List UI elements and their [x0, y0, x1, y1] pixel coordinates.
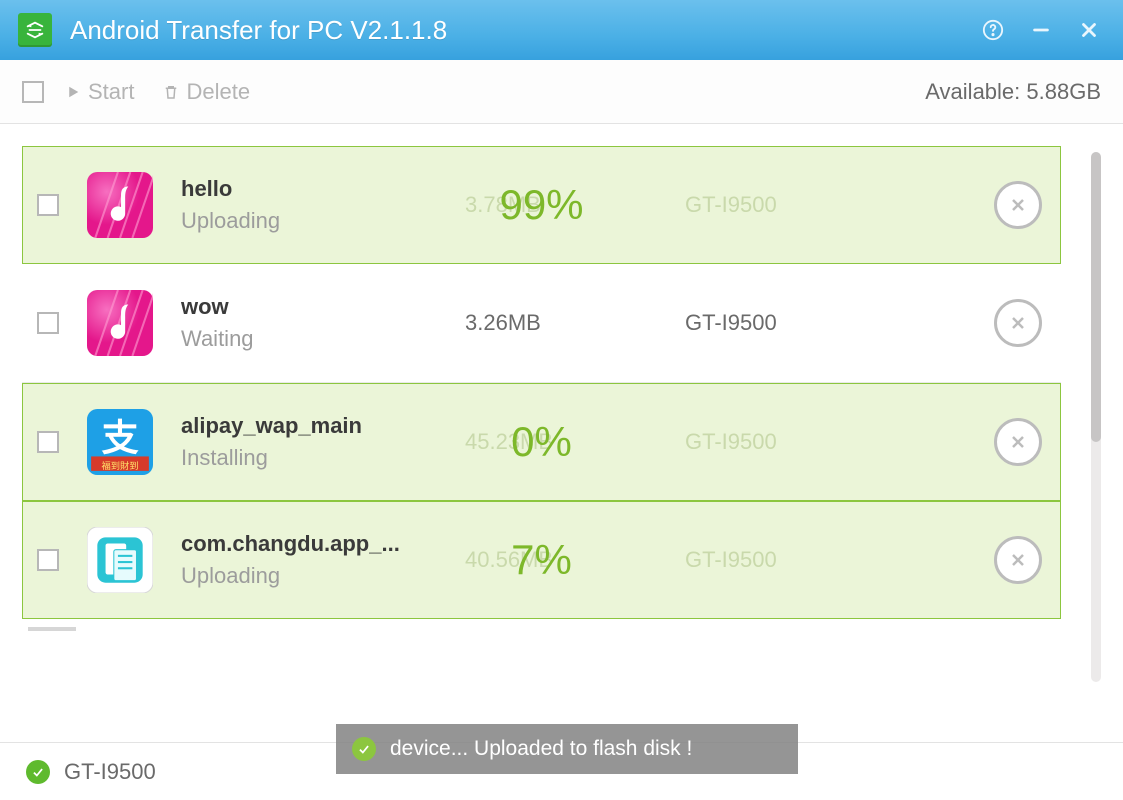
help-button[interactable]: [977, 14, 1009, 46]
available-space: Available: 5.88GB: [925, 79, 1101, 105]
scrollbar-track[interactable]: [1091, 152, 1101, 682]
item-size: 3.78MB: [465, 192, 685, 218]
play-icon: [64, 83, 82, 101]
toast-text: device... Uploaded to flash disk !: [390, 737, 692, 761]
start-button[interactable]: Start: [64, 79, 134, 105]
svg-text:支: 支: [101, 416, 138, 458]
row-checkbox[interactable]: [37, 312, 59, 334]
list-item[interactable]: com.changdu.app_... Uploading40.56MBGT-I9…: [22, 501, 1061, 619]
item-status: Installing: [181, 445, 465, 471]
item-size: 3.26MB: [465, 310, 685, 336]
row-checkbox[interactable]: [37, 549, 59, 571]
item-status: Uploading: [181, 208, 465, 234]
cancel-button[interactable]: [994, 181, 1042, 229]
list-item[interactable]: 支福到財到 alipay_wap_main Installing45.23MBGT-…: [22, 383, 1061, 501]
start-label: Start: [88, 79, 134, 105]
cancel-button[interactable]: [994, 536, 1042, 584]
item-size: 40.56MB: [465, 547, 685, 573]
app-icon: [87, 527, 153, 593]
item-device: GT-I9500: [685, 429, 925, 455]
title-bar: Android Transfer for PC V2.1.1.8: [0, 0, 1123, 60]
item-device: GT-I9500: [685, 547, 925, 573]
transfer-list: helloUploading3.78MBGT-I950099%wowWaitin…: [0, 124, 1123, 742]
svg-text:福到財到: 福到財到: [101, 460, 138, 471]
connected-icon: [26, 760, 50, 784]
item-name: com.changdu.app_...: [181, 531, 465, 557]
toolbar: Start Delete Available: 5.88GB: [0, 60, 1123, 124]
scrollbar-thumb[interactable]: [1091, 152, 1101, 442]
item-status: Uploading: [181, 563, 465, 589]
select-all-checkbox[interactable]: [22, 81, 44, 103]
trash-icon: [162, 83, 180, 101]
app-logo-icon: [18, 13, 52, 47]
partial-row-fragment: [28, 627, 76, 631]
close-button[interactable]: [1073, 14, 1105, 46]
item-name: hello: [181, 176, 465, 202]
item-device: GT-I9500: [685, 310, 925, 336]
item-name: wow: [181, 294, 465, 320]
minimize-button[interactable]: [1025, 14, 1057, 46]
row-checkbox[interactable]: [37, 194, 59, 216]
app-icon: [87, 290, 153, 356]
item-name: alipay_wap_main: [181, 413, 465, 439]
item-size: 45.23MB: [465, 429, 685, 455]
list-item[interactable]: wow Waiting3.26MBGT-I9500: [22, 264, 1061, 382]
delete-label: Delete: [186, 79, 250, 105]
list-item[interactable]: helloUploading3.78MBGT-I950099%: [22, 146, 1061, 264]
app-icon: 支福到財到: [87, 409, 153, 475]
success-icon: [352, 737, 376, 761]
cancel-button[interactable]: [994, 418, 1042, 466]
item-status: Waiting: [181, 326, 465, 352]
cancel-button[interactable]: [994, 299, 1042, 347]
toast-notification: device... Uploaded to flash disk !: [336, 724, 798, 774]
app-icon: [87, 172, 153, 238]
row-checkbox[interactable]: [37, 431, 59, 453]
item-device: GT-I9500: [685, 192, 925, 218]
app-title: Android Transfer for PC V2.1.1.8: [70, 15, 447, 46]
connected-device: GT-I9500: [64, 759, 156, 785]
delete-button[interactable]: Delete: [162, 79, 250, 105]
